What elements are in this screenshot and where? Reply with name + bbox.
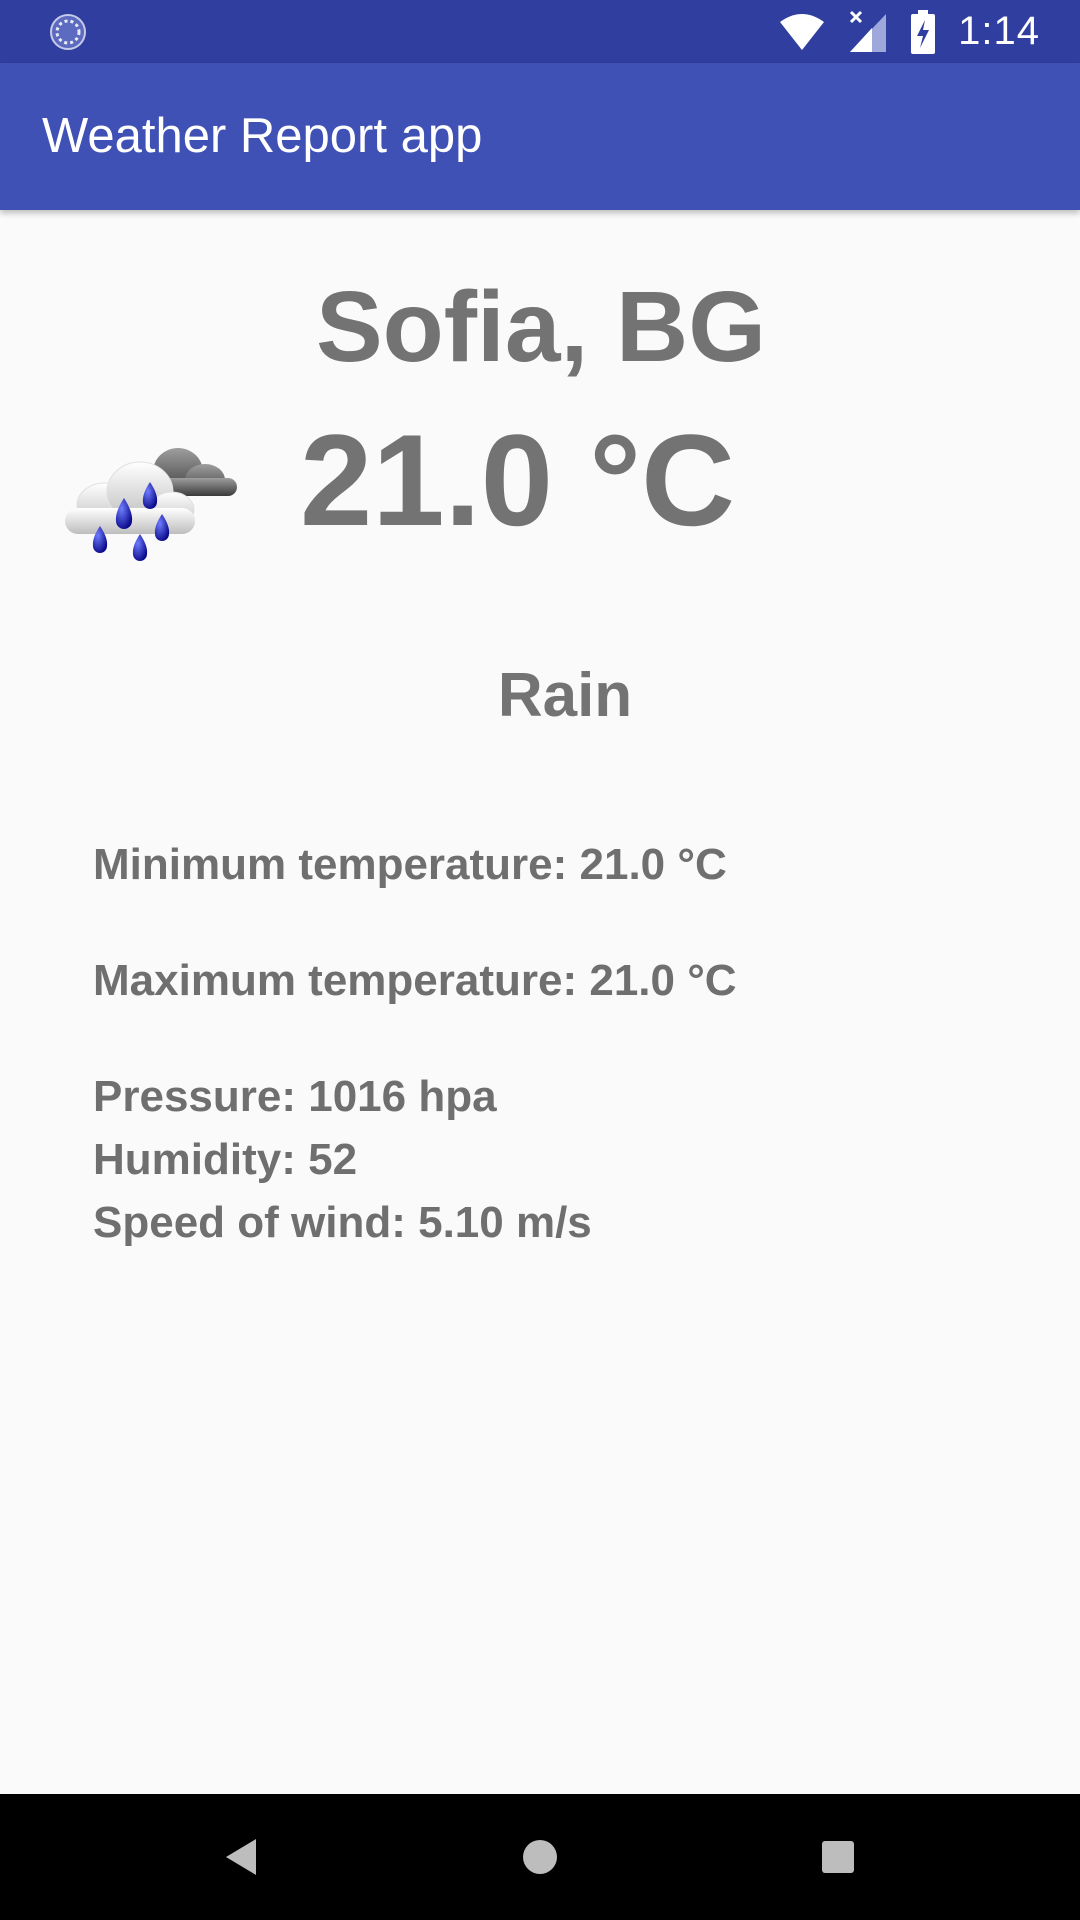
back-icon xyxy=(226,1839,256,1875)
battery-charging-icon xyxy=(911,9,936,54)
sync-icon xyxy=(50,14,86,50)
cellular-no-data-icon xyxy=(850,10,887,52)
weather-condition: Rain xyxy=(497,661,633,730)
current-temperature: 21.0 °C xyxy=(300,407,736,553)
wifi-icon xyxy=(780,13,825,50)
status-time: 1:14 xyxy=(958,9,1040,53)
min-temperature: Minimum temperature: 21.0 °C xyxy=(93,840,727,889)
humidity: Humidity: 52 xyxy=(93,1135,358,1184)
home-button[interactable] xyxy=(480,1794,600,1920)
recents-button[interactable] xyxy=(778,1794,898,1920)
pressure: Pressure: 1016 hpa xyxy=(93,1072,497,1121)
recents-icon xyxy=(822,1841,854,1873)
wind-speed: Speed of wind: 5.10 m/s xyxy=(93,1198,592,1247)
status-bar: 1:14 xyxy=(0,0,1080,63)
navigation-bar xyxy=(0,1794,1080,1920)
rain-cloud-icon xyxy=(65,448,237,561)
home-icon xyxy=(523,1840,557,1874)
status-icons: 1:14 xyxy=(778,0,1040,63)
city-name: Sofia, BG xyxy=(315,271,767,383)
weather-content: Sofia, BG 21.0 °C Rain Minimum temperatu… xyxy=(0,210,1080,1794)
app-bar: Weather Report app xyxy=(0,63,1080,210)
screen: 1:14 Weather Report app Sofia, BG 21.0 °… xyxy=(0,0,1080,1920)
max-temperature: Maximum temperature: 21.0 °C xyxy=(93,956,737,1005)
back-button[interactable] xyxy=(182,1794,302,1920)
app-title: Weather Report app xyxy=(42,109,483,163)
